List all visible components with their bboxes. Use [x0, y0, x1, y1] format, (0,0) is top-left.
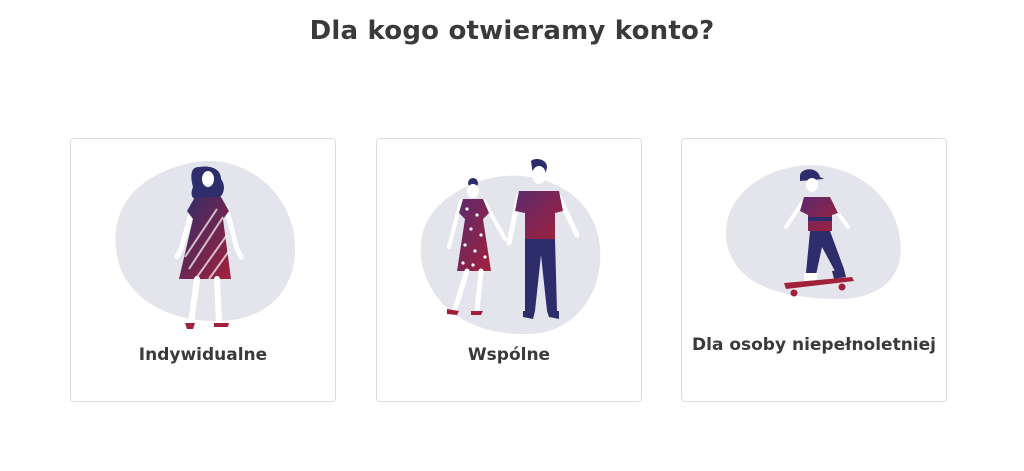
option-card-minor[interactable]: Dla osoby niepełnoletniej	[681, 138, 947, 402]
option-card-individual[interactable]: Indywidualne	[70, 138, 336, 402]
couple-holding-hands-icon	[420, 159, 601, 335]
option-label: Indywidualne	[138, 345, 268, 365]
option-card-joint[interactable]: Wspólne	[376, 138, 642, 402]
account-type-page: Dla kogo otwieramy konto? Indywidualne W…	[0, 0, 1024, 471]
option-label: Dla osoby niepełnoletniej	[692, 335, 936, 355]
woman-in-dress-icon	[115, 160, 296, 329]
option-label: Wspólne	[467, 345, 551, 365]
skateboarder-icon	[726, 165, 901, 300]
page-title: Dla kogo otwieramy konto?	[309, 16, 715, 46]
account-type-options: Indywidualne Wspólne Dla osoby niepełnol…	[70, 138, 950, 404]
